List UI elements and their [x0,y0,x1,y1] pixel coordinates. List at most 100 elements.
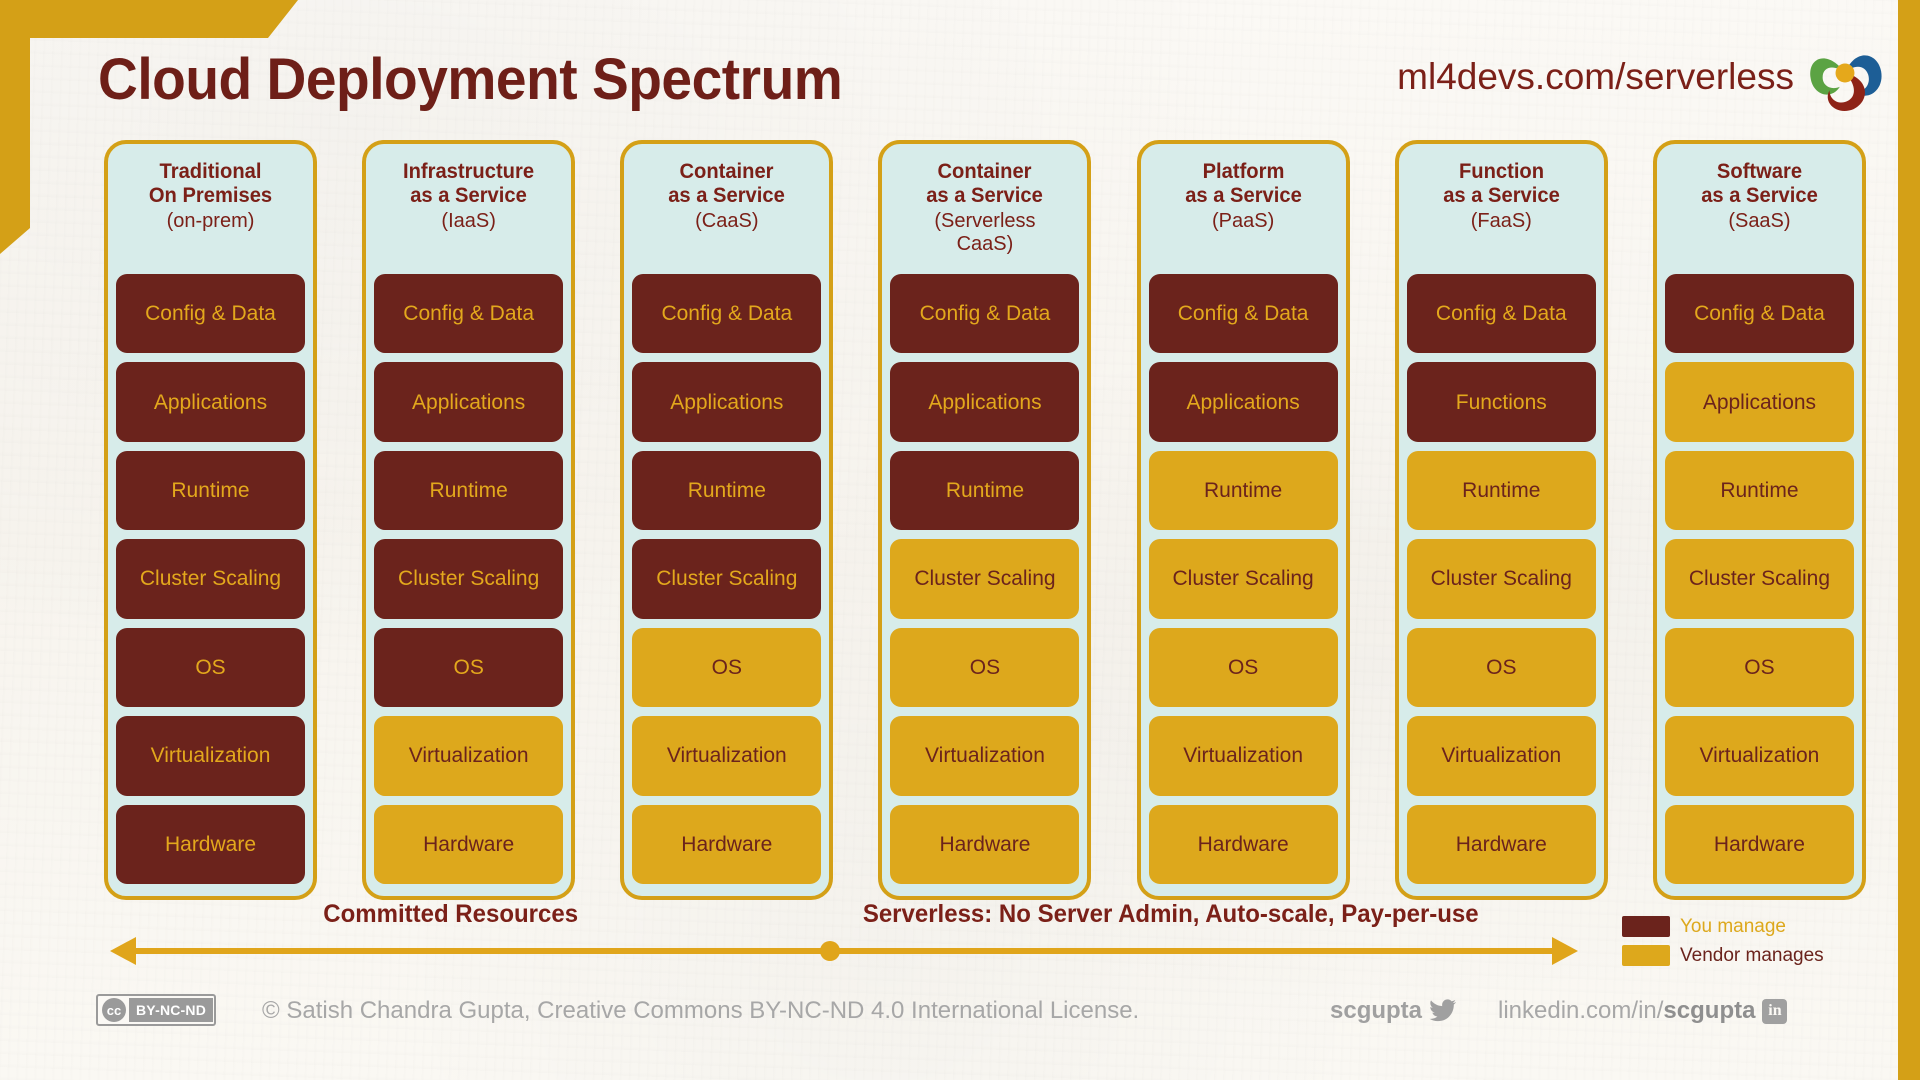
stack-layer: Cluster Scaling [116,539,305,619]
column-title-line2: as a Service [410,184,527,208]
column-subtitle-line1: (IaaS) [441,209,496,232]
column-title-line2: as a Service [1184,184,1302,208]
stack-layer-label: OS [1486,655,1517,679]
stack-layer-label: Virtualization [408,744,529,768]
stack-layer-label: Hardware [1713,832,1805,856]
column-title-line2: as a Service [668,184,786,208]
spectrum-midpoint-dot [820,941,840,961]
deployment-column: Container as a Service (CaaS) Config & Data… [620,140,834,900]
stack-layer: Cluster Scaling [890,539,1080,619]
column-subtitle-line1: (PaaS) [1212,209,1275,232]
column-header: Container as a Service (CaaS) [632,154,821,274]
stack-layer-label: Config & Data [919,302,1051,326]
column-subtitle-line1: (CaaS) [695,209,759,232]
stack-layer-label: Config & Data [403,302,535,326]
column-header: Infrastructure as a Service (IaaS) [374,154,563,274]
stack-layer: Virtualization [1406,716,1596,796]
stack-layer-label: Applications [928,390,1042,414]
stack-layer-label: Applications [153,390,268,414]
stack-layer: Virtualization [890,716,1080,796]
stack-layer: Applications [1148,362,1338,442]
column-title: Container as a Service [896,160,1074,209]
header: Cloud Deployment Spectrum ml4devs.com/se… [0,0,1920,140]
column-subtitle: (Serverless CaaS) [892,210,1077,256]
stack-layers: Config & Data Applications Runtime Cluster … [1664,274,1854,884]
stack-layer-label: OS [711,655,742,679]
column-subtitle: (SaaS) [1667,210,1852,233]
stack-layer: Config & Data [632,274,822,354]
stack-layer-label: Cluster Scaling [139,567,282,591]
deployment-column: Container as a Service (Serverless CaaS) Con… [878,140,1092,900]
column-title-line2: as a Service [1701,184,1818,208]
stack-layer-label: Virtualization [925,744,1045,768]
deployment-column: Software as a Service (SaaS) Config & Data A… [1652,140,1866,900]
legend-label: Vendor manages [1680,944,1824,966]
stack-layer-label: Applications [1702,390,1817,414]
footer: cc BY-NC-ND © Satish Chandra Gupta, Crea… [0,990,1920,1050]
column-header: Software as a Service (SaaS) [1665,154,1854,274]
twitter-link[interactable]: scgupta [1330,997,1457,1025]
column-title: Container as a Service [638,160,816,209]
stack-layer: Applications [632,362,822,442]
site-url[interactable]: ml4devs.com/serverless [1397,56,1794,98]
linkedin-link[interactable]: linkedin.com/in/scgupta in [1498,997,1788,1025]
stack-layer: OS [632,627,822,708]
legend-swatch [1622,945,1670,966]
column-title-line2: On Premises [148,184,273,208]
column-subtitle-line1: (SaaS) [1728,209,1791,232]
stack-layer-label: Virtualization [1699,744,1820,768]
stack-layer: Config & Data [1406,274,1596,354]
column-title-line1: Software [1716,160,1803,183]
spectrum-label-serverless: Serverless: No Server Admin, Auto-scale,… [862,900,1479,928]
stack-layer-label: Cluster Scaling [914,567,1056,591]
stack-layer: Runtime [374,450,564,531]
copyright-text: © Satish Chandra Gupta, Creative Commons… [262,997,1140,1024]
stack-layer-label: Config & Data [1694,302,1825,326]
legend: You manage Vendor manages [1622,912,1872,970]
column-header: Function as a Service (FaaS) [1407,154,1596,274]
stack-layer-label: OS [1744,655,1775,679]
stack-layer: Cluster Scaling [1664,539,1854,619]
column-subtitle: (CaaS) [634,210,819,233]
stack-layer-label: Hardware [423,832,515,856]
stack-layer: Hardware [890,804,1080,884]
column-title-line1: Traditional [159,160,262,183]
stack-layers: Config & Data Applications Runtime Cluster … [116,274,305,884]
stack-layer-label: Hardware [939,832,1031,856]
column-subtitle-line2: CaaS) [956,232,1014,255]
stack-layer: OS [1664,627,1854,708]
stack-layer: Hardware [374,804,564,884]
stack-layer-label: Cluster Scaling [1172,567,1314,591]
stack-layer-label: Virtualization [1441,744,1562,768]
ml4devs-pinwheel-logo-icon [1810,55,1882,111]
stack-layer: Hardware [1148,804,1338,884]
stack-layer-label: Runtime [1720,479,1799,503]
legend-row: You manage [1622,912,1872,941]
deployment-column: Infrastructure as a Service (IaaS) Config &… [362,140,576,900]
stack-layers: Config & Data Functions Runtime Cluster Sca… [1406,274,1596,884]
stack-layer: OS [1148,627,1338,708]
column-title-line1: Function [1458,160,1544,183]
stack-layer-label: Hardware [681,832,773,856]
stack-layer: OS [116,627,305,708]
stack-layer-label: Runtime [1204,479,1283,503]
stack-layers: Config & Data Applications Runtime Cluster … [632,274,822,884]
column-header: Traditional On Premises (on-prem) [116,154,305,274]
column-title-line2: as a Service [926,184,1044,208]
stack-layer: Cluster Scaling [632,539,822,619]
cc-terms-label: BY-NC-ND [129,998,214,1022]
stack-layer-label: Applications [412,390,526,414]
column-subtitle: (FaaS) [1409,210,1594,233]
stack-layer-label: Functions [1455,390,1547,414]
stack-layer: OS [374,627,564,708]
column-title-line2: as a Service [1442,184,1560,208]
linkedin-icon: in [1762,998,1788,1024]
stack-layers: Config & Data Applications Runtime Cluster … [374,274,564,884]
stack-layer-label: Cluster Scaling [1430,567,1572,591]
stack-layer-label: Config & Data [661,302,793,326]
stack-layer-label: Config & Data [1435,302,1567,326]
stack-layer: Runtime [1148,450,1338,531]
stack-layer-label: Runtime [1462,479,1541,503]
column-title-line1: Container [679,160,774,183]
column-subtitle-line1: (Serverless [934,209,1036,232]
